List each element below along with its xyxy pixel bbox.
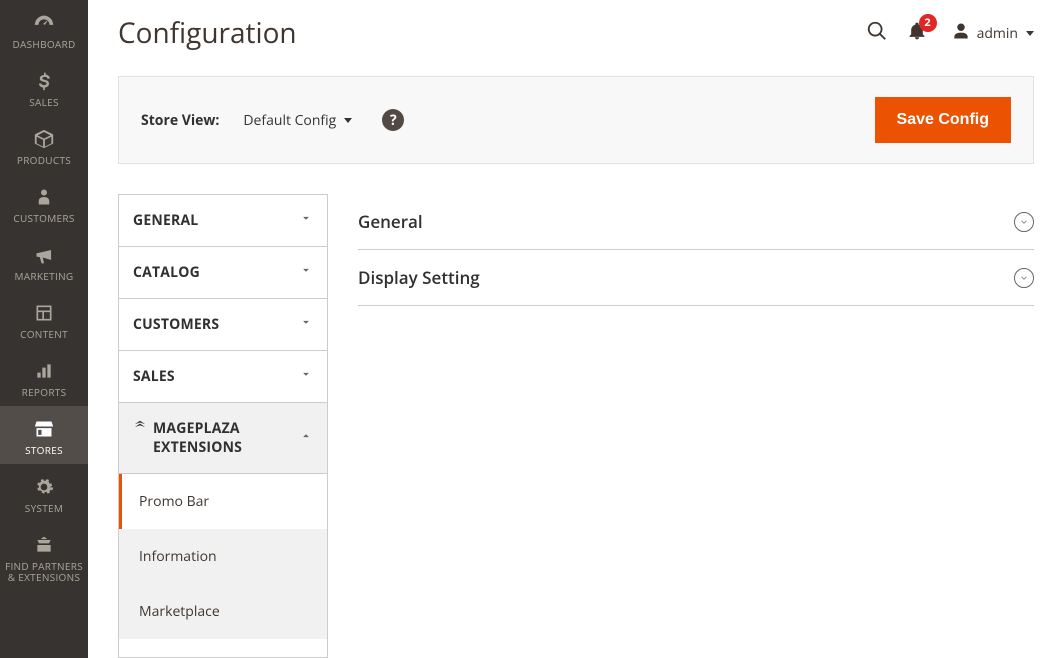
tab-sales[interactable]: SALES	[119, 351, 327, 402]
sidebar-item-label: DASHBOARD	[12, 39, 75, 50]
chevron-down-icon	[344, 118, 352, 123]
accordion-title: Display Setting	[358, 266, 480, 289]
chevron-down-icon	[299, 263, 313, 282]
sidebar-item-label: REPORTS	[22, 387, 67, 398]
store-icon	[33, 416, 55, 442]
sidebar-item-partners[interactable]: FIND PARTNERS & EXTENSIONS	[0, 522, 88, 591]
tab-customers[interactable]: CUSTOMERS	[119, 299, 327, 350]
tab-label: CUSTOMERS	[133, 315, 219, 334]
page-title: Configuration	[118, 14, 297, 52]
search-button[interactable]	[857, 20, 897, 47]
subtab-label: Promo Bar	[139, 492, 209, 511]
bars-icon	[34, 358, 54, 384]
tab-label: CATALOG	[133, 263, 200, 282]
help-icon: ?	[390, 111, 397, 130]
accordion-general[interactable]: General	[358, 194, 1034, 250]
scope-value: Default Config	[243, 111, 336, 130]
notifications-badge: 2	[919, 14, 937, 32]
person-icon	[35, 184, 53, 210]
sidebar-item-marketing[interactable]: MARKETING	[0, 232, 88, 290]
chevron-up-icon	[299, 429, 313, 448]
topbar: Configuration 2 admin	[88, 0, 1064, 58]
sidebar-item-label: SYSTEM	[25, 503, 63, 514]
partners-icon	[33, 532, 55, 558]
gear-icon	[34, 474, 54, 500]
subtab-marketplace[interactable]: Marketplace	[119, 584, 327, 639]
accordion-display-setting[interactable]: Display Setting	[358, 250, 1034, 306]
layout-icon	[34, 300, 54, 326]
config-content: GENERAL CATALOG CUSTOMERS	[118, 194, 1034, 658]
scope-label: Store View:	[141, 111, 219, 130]
tab-label: GENERAL	[133, 211, 198, 230]
sidebar-item-customers[interactable]: CUSTOMERS	[0, 174, 88, 232]
sidebar-item-products[interactable]: PRODUCTS	[0, 116, 88, 174]
tab-catalog[interactable]: CATALOG	[119, 247, 327, 298]
expand-icon	[1014, 212, 1034, 232]
user-menu[interactable]: admin	[951, 21, 1034, 46]
sidebar-item-label: PRODUCTS	[17, 155, 71, 166]
chevron-down-icon	[1026, 31, 1034, 36]
sidebar-item-label: CUSTOMERS	[13, 213, 74, 224]
sidebar-item-system[interactable]: SYSTEM	[0, 464, 88, 522]
sidebar-item-label: SALES	[29, 97, 59, 108]
dollar-icon	[34, 68, 54, 94]
notifications-button[interactable]: 2	[897, 20, 937, 47]
chevron-down-icon	[299, 315, 313, 334]
tab-mageplaza-extensions[interactable]: MAGEPLAZA EXTENSIONS	[119, 403, 327, 473]
accordion-title: General	[358, 210, 423, 233]
sidebar-item-label: FIND PARTNERS & EXTENSIONS	[4, 561, 84, 583]
subtab-promo-bar[interactable]: Promo Bar	[119, 474, 327, 529]
sidebar-item-label: STORES	[25, 445, 63, 456]
main-content: Configuration 2 admin	[88, 0, 1064, 658]
tab-general[interactable]: GENERAL	[119, 195, 327, 246]
subtab-label: Information	[139, 547, 217, 566]
save-config-button[interactable]: Save Config	[875, 97, 1011, 143]
tab-label: MAGEPLAZA EXTENSIONS	[153, 419, 299, 457]
megaphone-icon	[33, 242, 55, 268]
subtab-information[interactable]: Information	[119, 529, 327, 584]
sidebar-item-label: CONTENT	[20, 329, 68, 340]
store-view-switcher[interactable]: Default Config	[243, 111, 352, 130]
config-tabs: GENERAL CATALOG CUSTOMERS	[118, 194, 328, 658]
tab-label: SALES	[133, 367, 175, 386]
user-label: admin	[977, 24, 1018, 43]
expand-icon	[1014, 268, 1034, 288]
sidebar-item-label: MARKETING	[15, 271, 74, 282]
help-button[interactable]: ?	[382, 109, 404, 131]
mageplaza-icon	[133, 419, 147, 438]
sidebar-item-dashboard[interactable]: DASHBOARD	[0, 0, 88, 58]
chevron-down-icon	[299, 367, 313, 386]
scope-bar: Store View: Default Config ? Save Config	[118, 76, 1034, 164]
sidebar-item-reports[interactable]: REPORTS	[0, 348, 88, 406]
user-icon	[951, 21, 971, 46]
config-panel: General Display Setting	[358, 194, 1034, 658]
admin-sidebar: DASHBOARD SALES PRODUCTS CUSTOMERS MARKE…	[0, 0, 88, 658]
search-icon	[866, 20, 888, 47]
subtab-label: Marketplace	[139, 602, 220, 621]
sidebar-item-sales[interactable]: SALES	[0, 58, 88, 116]
gauge-icon	[33, 10, 55, 36]
box-icon	[33, 126, 55, 152]
chevron-down-icon	[299, 211, 313, 230]
sidebar-item-content[interactable]: CONTENT	[0, 290, 88, 348]
sidebar-item-stores[interactable]: STORES	[0, 406, 88, 464]
